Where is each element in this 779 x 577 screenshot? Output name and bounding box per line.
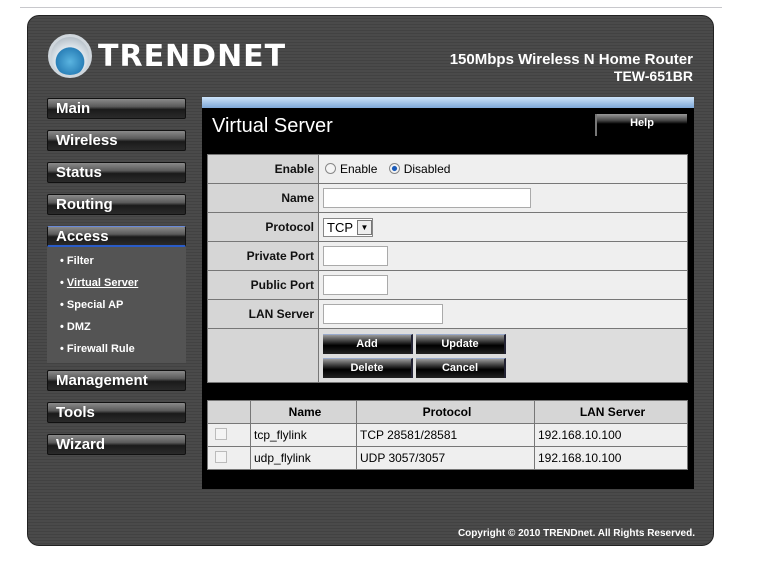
buttons-label-cell	[207, 328, 319, 383]
column-header-protocol: Protocol	[356, 400, 535, 424]
nav-status[interactable]: Status	[47, 162, 186, 183]
logo-icon	[48, 34, 92, 78]
row-lan-server: 192.168.10.100	[534, 446, 688, 470]
protocol-value: TCP	[327, 219, 353, 235]
nav-main[interactable]: Main	[47, 98, 186, 119]
submenu-filter[interactable]: • Filter	[47, 247, 186, 269]
submenu-label[interactable]: Virtual Server	[67, 277, 138, 289]
column-header-name: Name	[250, 400, 357, 424]
protocol-label: Protocol	[207, 212, 319, 242]
row-name: tcp_flylink	[250, 423, 357, 447]
submenu-label[interactable]: Firewall Rule	[67, 343, 135, 355]
name-input[interactable]	[323, 188, 531, 208]
enable-radio[interactable]	[325, 163, 336, 174]
row-protocol: TCP 28581/28581	[356, 423, 535, 447]
enable-label: Enable	[207, 154, 319, 184]
virtual-server-form: Enable Enable Disabled Name Protocol TCP…	[207, 154, 688, 383]
nav-routing[interactable]: Routing	[47, 194, 186, 215]
select-column-header	[207, 400, 251, 424]
update-button[interactable]: Update	[416, 333, 506, 354]
protocol-select[interactable]: TCP ▼	[323, 217, 373, 237]
column-header-lan-server: LAN Server	[534, 400, 688, 424]
page-title: Virtual Server	[212, 115, 333, 137]
panel-top-bar	[202, 97, 694, 108]
row-lan-server: 192.168.10.100	[534, 423, 688, 447]
nav-wireless[interactable]: Wireless	[47, 130, 186, 151]
submenu-dmz[interactable]: • DMZ	[47, 313, 186, 335]
add-button[interactable]: Add	[323, 333, 413, 354]
chevron-down-icon: ▼	[357, 219, 372, 235]
private-port-input[interactable]	[323, 246, 388, 266]
help-button[interactable]: Help	[595, 114, 687, 136]
public-port-input[interactable]	[323, 275, 388, 295]
lan-server-input[interactable]	[323, 304, 443, 324]
table-row: tcp_flylink TCP 28581/28581 192.168.10.1…	[207, 423, 688, 447]
submenu-label[interactable]: DMZ	[67, 321, 91, 333]
logo-text: TRENDnet	[98, 38, 287, 74]
nav-management[interactable]: Management	[47, 370, 186, 391]
submenu-label[interactable]: Filter	[67, 255, 94, 267]
submenu-special-ap[interactable]: • Special AP	[47, 291, 186, 313]
delete-button[interactable]: Delete	[323, 357, 413, 378]
access-submenu: • Filter • Virtual Server • Special AP •…	[47, 247, 186, 363]
copyright: Copyright © 2010 TRENDnet. All Rights Re…	[457, 528, 695, 539]
enable-option-label: Enable	[340, 162, 378, 176]
lan-server-label: LAN Server	[207, 299, 319, 329]
row-checkbox[interactable]	[215, 427, 227, 440]
nav-wizard[interactable]: Wizard	[47, 434, 186, 455]
row-protocol: UDP 3057/3057	[356, 446, 535, 470]
table-row: udp_flylink UDP 3057/3057 192.168.10.100	[207, 446, 688, 470]
disabled-radio[interactable]	[388, 163, 400, 174]
nav-tools[interactable]: Tools	[47, 402, 186, 423]
virtual-server-table: Name Protocol LAN Server tcp_flylink TCP…	[207, 400, 688, 470]
divider	[20, 7, 722, 8]
disabled-option-label: Disabled	[403, 162, 451, 176]
product-name: 150Mbps Wireless N Home Router	[449, 51, 693, 68]
product-model: TEW-651BR	[613, 68, 693, 84]
nav-access[interactable]: Access	[47, 226, 186, 247]
submenu-virtual-server[interactable]: • Virtual Server	[47, 269, 186, 291]
trendnet-logo: TRENDnet	[48, 34, 286, 78]
name-label: Name	[207, 183, 319, 213]
submenu-firewall-rule[interactable]: • Firewall Rule	[47, 335, 186, 357]
row-checkbox[interactable]	[215, 450, 227, 463]
product-info: 150Mbps Wireless N Home Router TEW-651BR	[449, 51, 693, 85]
content-panel: Virtual Server Help Enable Enable Disabl…	[202, 97, 694, 489]
cancel-button[interactable]: Cancel	[416, 357, 506, 378]
public-port-label: Public Port	[207, 270, 319, 300]
row-name: udp_flylink	[250, 446, 357, 470]
submenu-label[interactable]: Special AP	[67, 299, 123, 311]
private-port-label: Private Port	[207, 241, 319, 271]
